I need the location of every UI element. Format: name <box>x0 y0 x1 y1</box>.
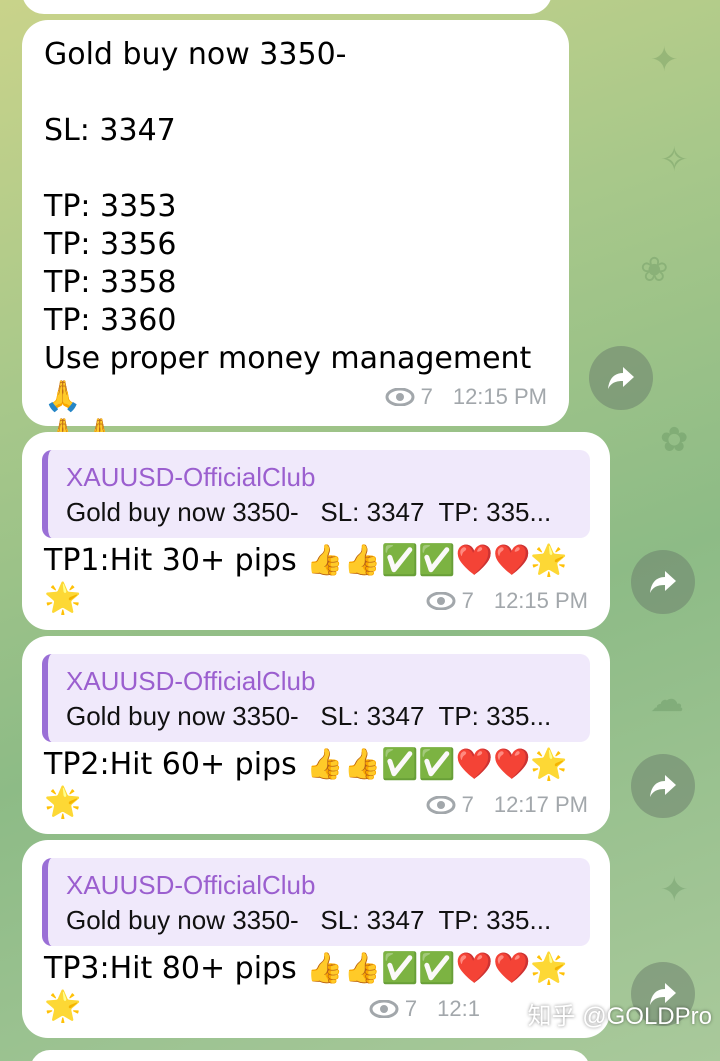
view-count: 7 <box>461 588 474 613</box>
message-meta: 7 12:15 PM <box>426 582 588 620</box>
message-bubble[interactable]: XAUUSD-OfficialClub Gold buy now 3350- S… <box>22 636 610 834</box>
message-time: 12:1 <box>437 996 480 1021</box>
view-count: 7 <box>404 996 418 1021</box>
background-doodle: ☁ <box>650 681 684 719</box>
message-meta: 7 12:17 PM <box>426 786 588 824</box>
forward-button[interactable] <box>589 346 653 410</box>
background-doodle: ✦ <box>650 41 679 79</box>
reply-quote: Gold buy now 3350- SL: 3347 TP: 335... <box>66 701 552 731</box>
eye-icon <box>385 388 415 406</box>
reply-author: XAUUSD-OfficialClub <box>66 462 316 492</box>
background-doodle: ✿ <box>660 421 689 459</box>
eye-icon <box>369 1000 399 1018</box>
background-doodle: ✦ <box>660 871 689 909</box>
reply-quote: Gold buy now 3350- SL: 3347 TP: 335... <box>66 497 552 527</box>
forward-button[interactable] <box>631 550 695 614</box>
background-doodle: ✧ <box>660 141 689 179</box>
reply-preview[interactable]: XAUUSD-OfficialClub Gold buy now 3350- S… <box>42 654 590 742</box>
forward-icon <box>608 367 634 389</box>
message-time: 12:17 PM <box>493 792 588 817</box>
background-doodle: ❀ <box>640 251 669 289</box>
message-bubble[interactable]: XAUUSD-OfficialClub Gold buy now 3350- S… <box>22 840 610 1038</box>
reply-author: XAUUSD-OfficialClub <box>66 666 316 696</box>
message-text: TP3:Hit 80+ pips 👍👍✅✅❤️❤️🌟 🌟 <box>44 951 568 1024</box>
reply-author: XAUUSD-OfficialClub <box>66 870 316 900</box>
eye-icon <box>426 796 456 814</box>
message-meta: 7 12:1 <box>369 990 480 1028</box>
view-count: 7 <box>420 384 433 409</box>
message-time: 12:15 PM <box>452 384 547 409</box>
message-bubble[interactable]: XAUUSD-OfficialClub Gold buy now 3350- S… <box>22 432 610 630</box>
reply-preview[interactable]: XAUUSD-OfficialClub Gold buy now 3350- S… <box>42 858 590 946</box>
message-time: 12:15 PM <box>493 588 588 613</box>
eye-icon <box>426 592 456 610</box>
reply-quote: Gold buy now 3350- SL: 3347 TP: 335... <box>66 905 552 935</box>
message-meta: 7 12:15 PM <box>385 378 547 416</box>
forward-icon <box>650 775 676 797</box>
next-message-bubble <box>30 1050 590 1061</box>
message-bubble[interactable]: Gold buy now 3350- SL: 3347 TP: 3353 TP:… <box>22 20 569 452</box>
forward-icon <box>650 571 676 593</box>
view-count: 7 <box>461 792 474 817</box>
watermark: 知乎 @GOLDPro <box>527 1003 712 1030</box>
reply-preview[interactable]: XAUUSD-OfficialClub Gold buy now 3350- S… <box>42 450 590 538</box>
previous-message-bubble <box>22 0 552 14</box>
forward-button[interactable] <box>631 754 695 818</box>
